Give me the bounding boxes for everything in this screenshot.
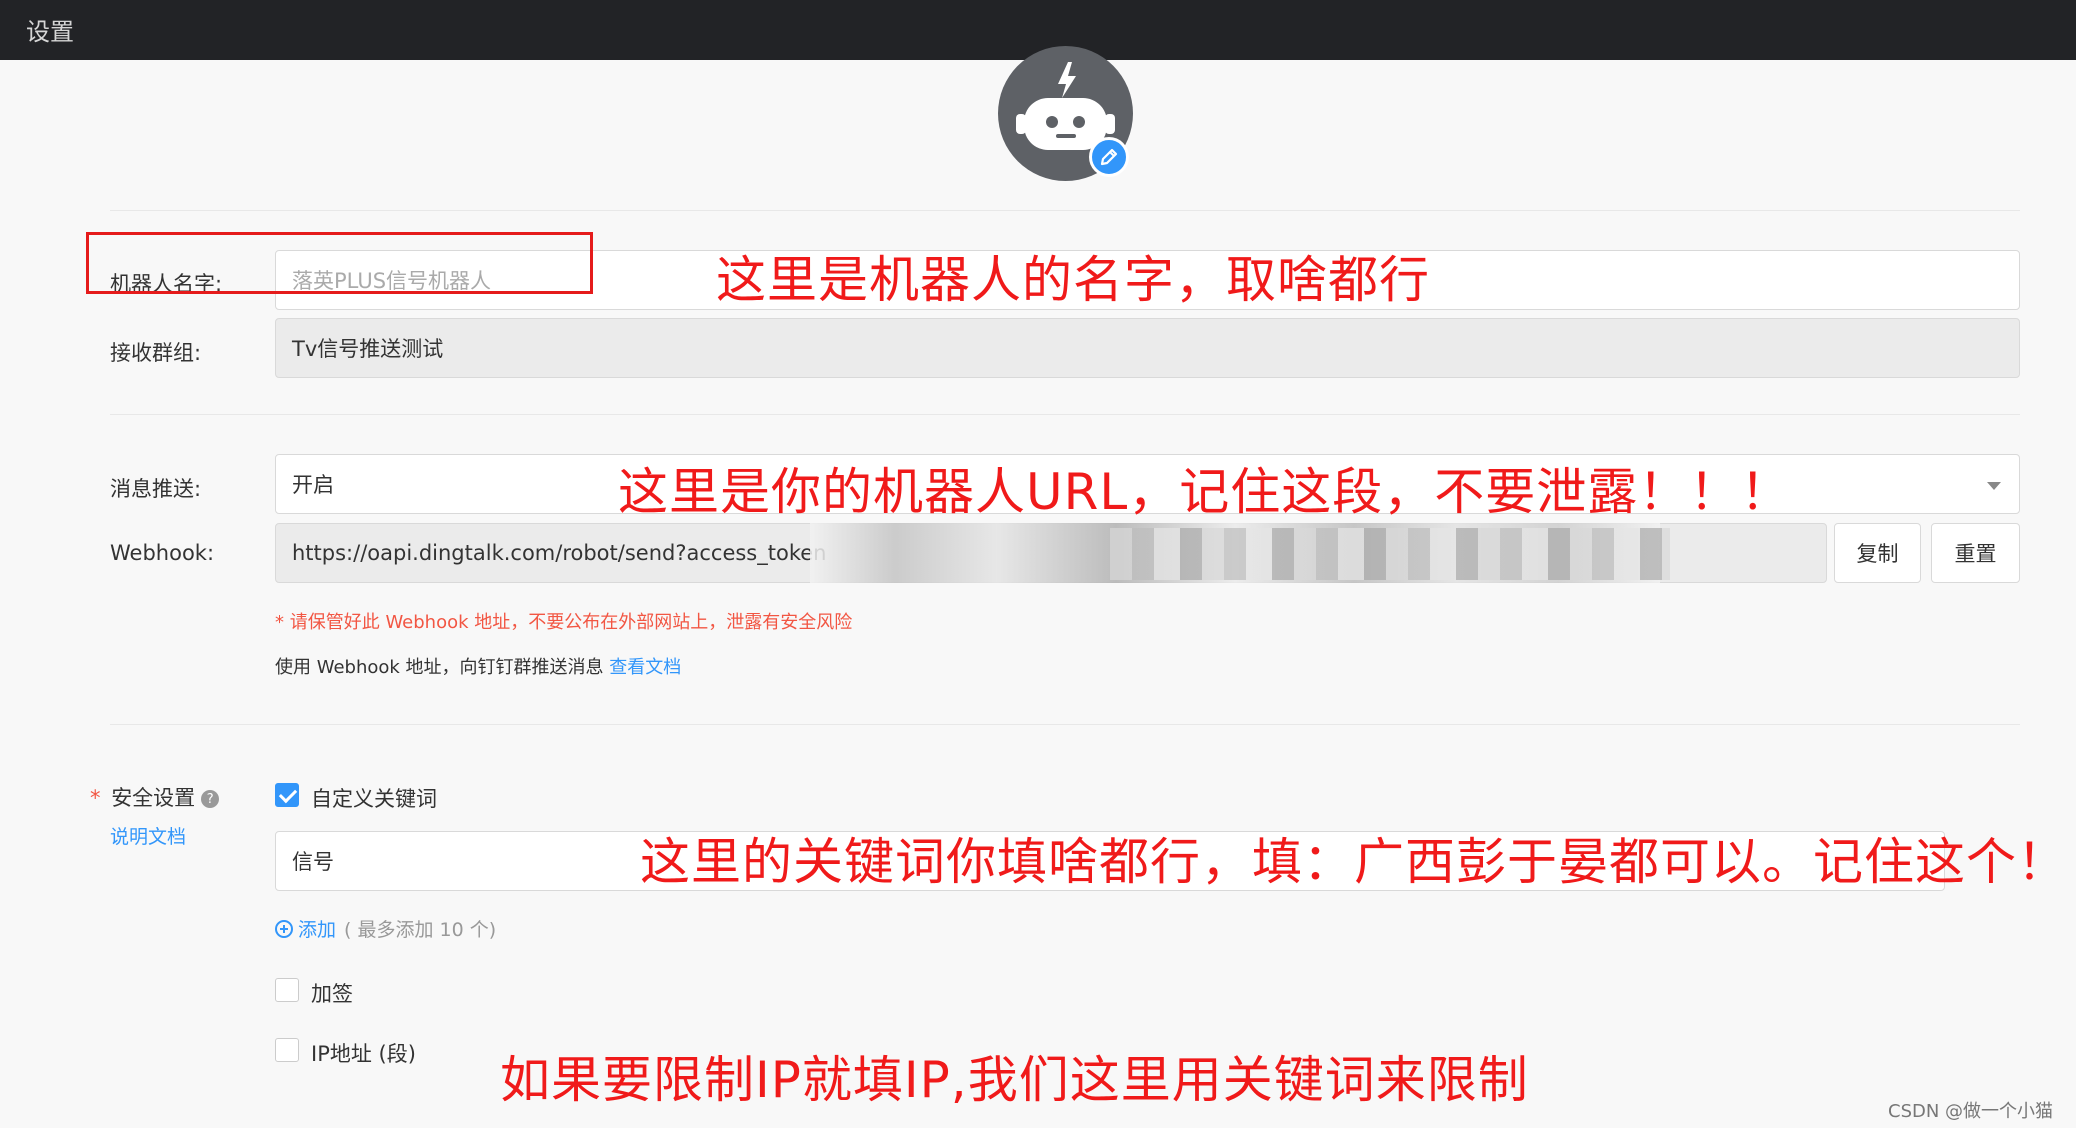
annotation-url: 这里是你的机器人URL，记住这段，不要泄露！！！ bbox=[618, 463, 1792, 521]
add-keyword-button[interactable]: 添加 ( 最多添加 10 个) bbox=[275, 915, 496, 942]
required-mark: * bbox=[90, 786, 101, 810]
security-doc-link[interactable]: 说明文档 bbox=[110, 822, 186, 849]
security-label: 安全设置 bbox=[111, 786, 196, 810]
receive-group-value: Tv信号推送测试 bbox=[292, 337, 444, 361]
watermark: CSDN @做一个小猫 bbox=[1888, 1101, 2054, 1122]
receive-group-field: Tv信号推送测试 bbox=[275, 318, 2020, 378]
window-title: 设置 bbox=[26, 18, 74, 46]
security-label-row: * 安全设置? bbox=[90, 782, 220, 812]
annotation-keyword: 这里的关键词你填啥都行，填：广西彭于晏都可以。记住这个！！ bbox=[640, 833, 2076, 891]
pencil-icon bbox=[1100, 148, 1118, 166]
chevron-down-icon bbox=[1987, 482, 2001, 490]
webhook-label: Webhook: bbox=[110, 541, 215, 565]
webhook-blur-mask-2 bbox=[1110, 528, 1670, 580]
sign-checkbox[interactable] bbox=[275, 978, 299, 1002]
annotation-ip: 如果要限制IP就填IP,我们这里用关键词来限制 bbox=[500, 1051, 1529, 1109]
copy-button[interactable]: 复制 bbox=[1834, 523, 1921, 583]
add-limit-note: ( 最多添加 10 个) bbox=[344, 919, 497, 941]
webhook-info: 使用 Webhook 地址，向钉钉群推送消息 查看文档 bbox=[275, 653, 681, 679]
webhook-warning: * 请保管好此 Webhook 地址，不要公布在外部网站上，泄露有安全风险 bbox=[275, 612, 853, 633]
receive-group-label: 接收群组: bbox=[110, 341, 202, 365]
ip-checkbox[interactable] bbox=[275, 1038, 299, 1062]
plus-circle-icon bbox=[275, 919, 293, 938]
divider-3 bbox=[110, 724, 2020, 725]
keyword-value: 信号 bbox=[292, 850, 334, 874]
annotation-name: 这里是机器人的名字，取啥都行 bbox=[716, 251, 1430, 309]
message-push-label: 消息推送: bbox=[110, 477, 202, 501]
webhook-info-text: 使用 Webhook 地址，向钉钉群推送消息 bbox=[275, 657, 604, 678]
add-label: 添加 bbox=[298, 919, 337, 941]
sign-label[interactable]: 加签 bbox=[311, 978, 353, 1008]
view-doc-link[interactable]: 查看文档 bbox=[609, 657, 681, 678]
question-icon[interactable]: ? bbox=[201, 790, 220, 808]
custom-keyword-checkbox[interactable] bbox=[275, 783, 299, 807]
annotation-highlight-box bbox=[86, 232, 593, 294]
reset-button[interactable]: 重置 bbox=[1931, 523, 2020, 583]
avatar-edit-button[interactable] bbox=[1089, 137, 1129, 177]
custom-keyword-label[interactable]: 自定义关键词 bbox=[311, 783, 437, 813]
message-push-value: 开启 bbox=[292, 473, 334, 497]
webhook-value: https://oapi.dingtalk.com/robot/send?acc… bbox=[292, 541, 827, 565]
divider-2 bbox=[110, 414, 2020, 415]
divider-top bbox=[110, 210, 2020, 211]
ip-label[interactable]: IP地址 (段) bbox=[311, 1038, 416, 1068]
